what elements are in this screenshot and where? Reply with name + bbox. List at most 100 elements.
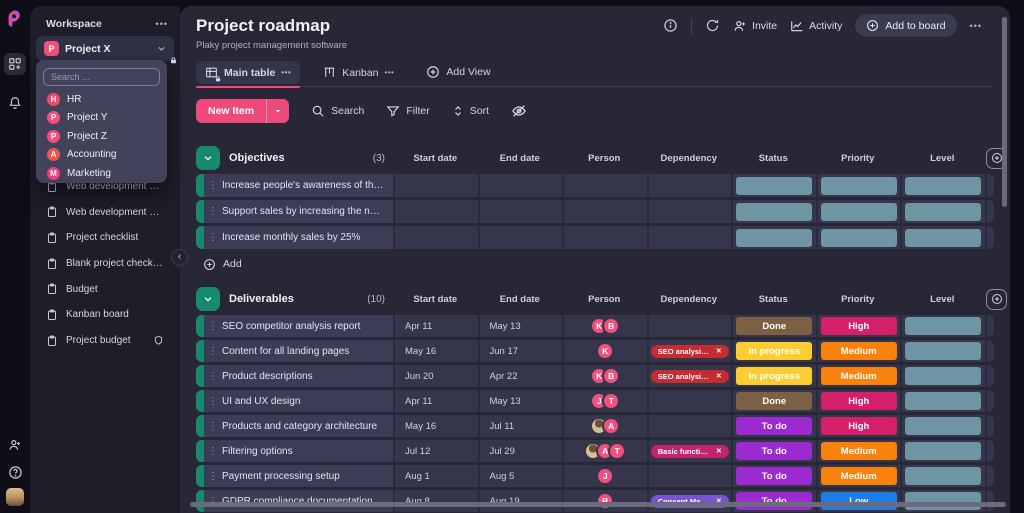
tab-more-icon[interactable]: •••	[384, 68, 394, 77]
end-date-cell[interactable]: Aug 5	[478, 465, 563, 487]
status-pill[interactable]: To do	[736, 492, 812, 510]
priority-cell[interactable]: Medium	[816, 340, 901, 362]
project-search-input[interactable]	[43, 68, 160, 86]
end-date-cell[interactable]	[478, 200, 563, 223]
drag-handle-icon[interactable]: ⋮	[208, 206, 218, 217]
column-header[interactable]: End date	[478, 153, 563, 164]
group-collapse-button[interactable]	[196, 146, 220, 170]
drag-handle-icon[interactable]: ⋮	[208, 421, 218, 432]
end-date-cell[interactable]: May 13	[478, 315, 563, 337]
row-name-cell[interactable]: ⋮ Increase monthly sales by 25%	[196, 226, 393, 249]
person-avatar[interactable]: B	[596, 492, 614, 510]
dependency-pill[interactable]: SEO analysis and ...✕	[651, 345, 729, 358]
empty-label-bar[interactable]	[905, 342, 981, 360]
status-cell[interactable]	[731, 174, 816, 197]
start-date-cell[interactable]	[393, 174, 478, 197]
start-date-cell[interactable]	[393, 200, 478, 223]
column-header[interactable]: Priority	[816, 294, 901, 305]
row-name-cell[interactable]: ⋮ UI and UX design	[196, 390, 393, 412]
priority-pill[interactable]: Medium	[821, 367, 897, 385]
person-cell[interactable]: AT	[562, 440, 647, 462]
tab-kanban[interactable]: Kanban •••	[314, 61, 403, 84]
status-cell[interactable]: In progress	[731, 365, 816, 387]
level-cell[interactable]	[900, 226, 985, 249]
row-name-cell[interactable]: ⋮ Payment processing setup	[196, 465, 393, 487]
empty-label-bar[interactable]	[905, 229, 981, 247]
priority-cell[interactable]: High	[816, 390, 901, 412]
person-cell[interactable]	[562, 226, 647, 249]
table-row[interactable]: ⋮ Payment processing setup Aug 1 Aug 5 J…	[196, 465, 994, 487]
level-cell[interactable]	[900, 174, 985, 197]
dependency-cell[interactable]: Basic functionaliti...✕	[647, 440, 732, 462]
start-date-cell[interactable]: Apr 11	[393, 315, 478, 337]
start-date-cell[interactable]: Apr 11	[393, 390, 478, 412]
empty-label-bar[interactable]	[905, 367, 981, 385]
drag-handle-icon[interactable]: ⋮	[208, 371, 218, 382]
empty-label-bar[interactable]	[905, 442, 981, 460]
drag-handle-icon[interactable]: ⋮	[208, 471, 218, 482]
level-cell[interactable]	[900, 365, 985, 387]
end-date-cell[interactable]: Apr 22	[478, 365, 563, 387]
priority-cell[interactable]: Medium	[816, 365, 901, 387]
start-date-cell[interactable]: Jul 12	[393, 440, 478, 462]
sort-button[interactable]: Sort	[452, 104, 489, 118]
sidebar-board-item[interactable]: Project checklist	[38, 225, 172, 251]
priority-pill[interactable]: High	[821, 392, 897, 410]
dependency-cell[interactable]: SEO analysis and ...✕	[647, 365, 732, 387]
dependency-cell[interactable]	[647, 390, 732, 412]
person-avatar[interactable]: B	[602, 367, 620, 385]
user-avatar[interactable]	[6, 488, 24, 506]
plaky-logo-icon[interactable]	[6, 10, 24, 28]
end-date-cell[interactable]: Aug 19	[478, 490, 563, 512]
status-pill[interactable]: Done	[736, 317, 812, 335]
status-cell[interactable]: To do	[731, 490, 816, 512]
row-name-cell[interactable]: ⋮ Products and category architecture	[196, 415, 393, 437]
board-more-icon[interactable]: •••	[970, 21, 982, 31]
empty-label-bar[interactable]	[905, 492, 981, 510]
hidden-columns-eye-off-icon[interactable]	[511, 103, 527, 119]
status-cell[interactable]: Done	[731, 315, 816, 337]
empty-label-bar[interactable]	[736, 229, 812, 247]
person-cell[interactable]: J	[562, 465, 647, 487]
row-name-cell[interactable]: ⋮ GDPR compliance documentation	[196, 490, 393, 512]
column-header[interactable]: Priority	[816, 153, 901, 164]
dependency-cell[interactable]	[647, 415, 732, 437]
person-avatar[interactable]: A	[602, 417, 620, 435]
invite-user-icon[interactable]	[4, 434, 26, 456]
person-cell[interactable]: B	[562, 490, 647, 512]
level-cell[interactable]	[900, 200, 985, 223]
table-row[interactable]: ⋮ SEO competitor analysis report Apr 11 …	[196, 315, 994, 337]
priority-pill[interactable]: High	[821, 317, 897, 335]
tab-add-view[interactable]: Add View	[417, 60, 499, 84]
new-item-button[interactable]: New Item	[196, 99, 289, 123]
drag-handle-icon[interactable]: ⋮	[208, 446, 218, 457]
group-title[interactable]: Objectives	[229, 152, 364, 164]
column-header[interactable]: Level	[900, 294, 985, 305]
column-header[interactable]: Dependency	[647, 294, 732, 305]
empty-label-bar[interactable]	[821, 203, 897, 221]
empty-label-bar[interactable]	[821, 177, 897, 195]
column-header[interactable]: Status	[731, 153, 816, 164]
person-cell[interactable]: KB	[562, 315, 647, 337]
table-row[interactable]: ⋮ Increase monthly sales by 25%	[196, 226, 994, 249]
status-pill[interactable]: In progress	[736, 367, 812, 385]
table-row[interactable]: ⋮ Product descriptions Jun 20 Apr 22 KB …	[196, 365, 994, 387]
end-date-cell[interactable]: Jun 17	[478, 340, 563, 362]
level-cell[interactable]	[900, 315, 985, 337]
end-date-cell[interactable]	[478, 226, 563, 249]
sidebar-board-item[interactable]: Budget	[38, 276, 172, 302]
empty-label-bar[interactable]	[905, 203, 981, 221]
invite-button[interactable]: Invite	[733, 19, 777, 33]
dropdown-project-item[interactable]: A Accounting	[43, 146, 160, 165]
person-cell[interactable]	[562, 200, 647, 223]
remove-dependency-icon[interactable]: ✕	[716, 347, 722, 355]
row-name-cell[interactable]: ⋮ Filtering options	[196, 440, 393, 462]
sync-icon[interactable]	[705, 18, 720, 33]
dependency-pill[interactable]: Basic functionaliti...✕	[651, 445, 729, 458]
row-name-cell[interactable]: ⋮ Content for all landing pages	[196, 340, 393, 362]
person-avatar[interactable]: K	[596, 342, 614, 360]
add-column-button[interactable]	[986, 289, 1007, 310]
empty-label-bar[interactable]	[736, 177, 812, 195]
info-icon[interactable]	[663, 18, 678, 33]
column-header[interactable]: Start date	[393, 294, 478, 305]
